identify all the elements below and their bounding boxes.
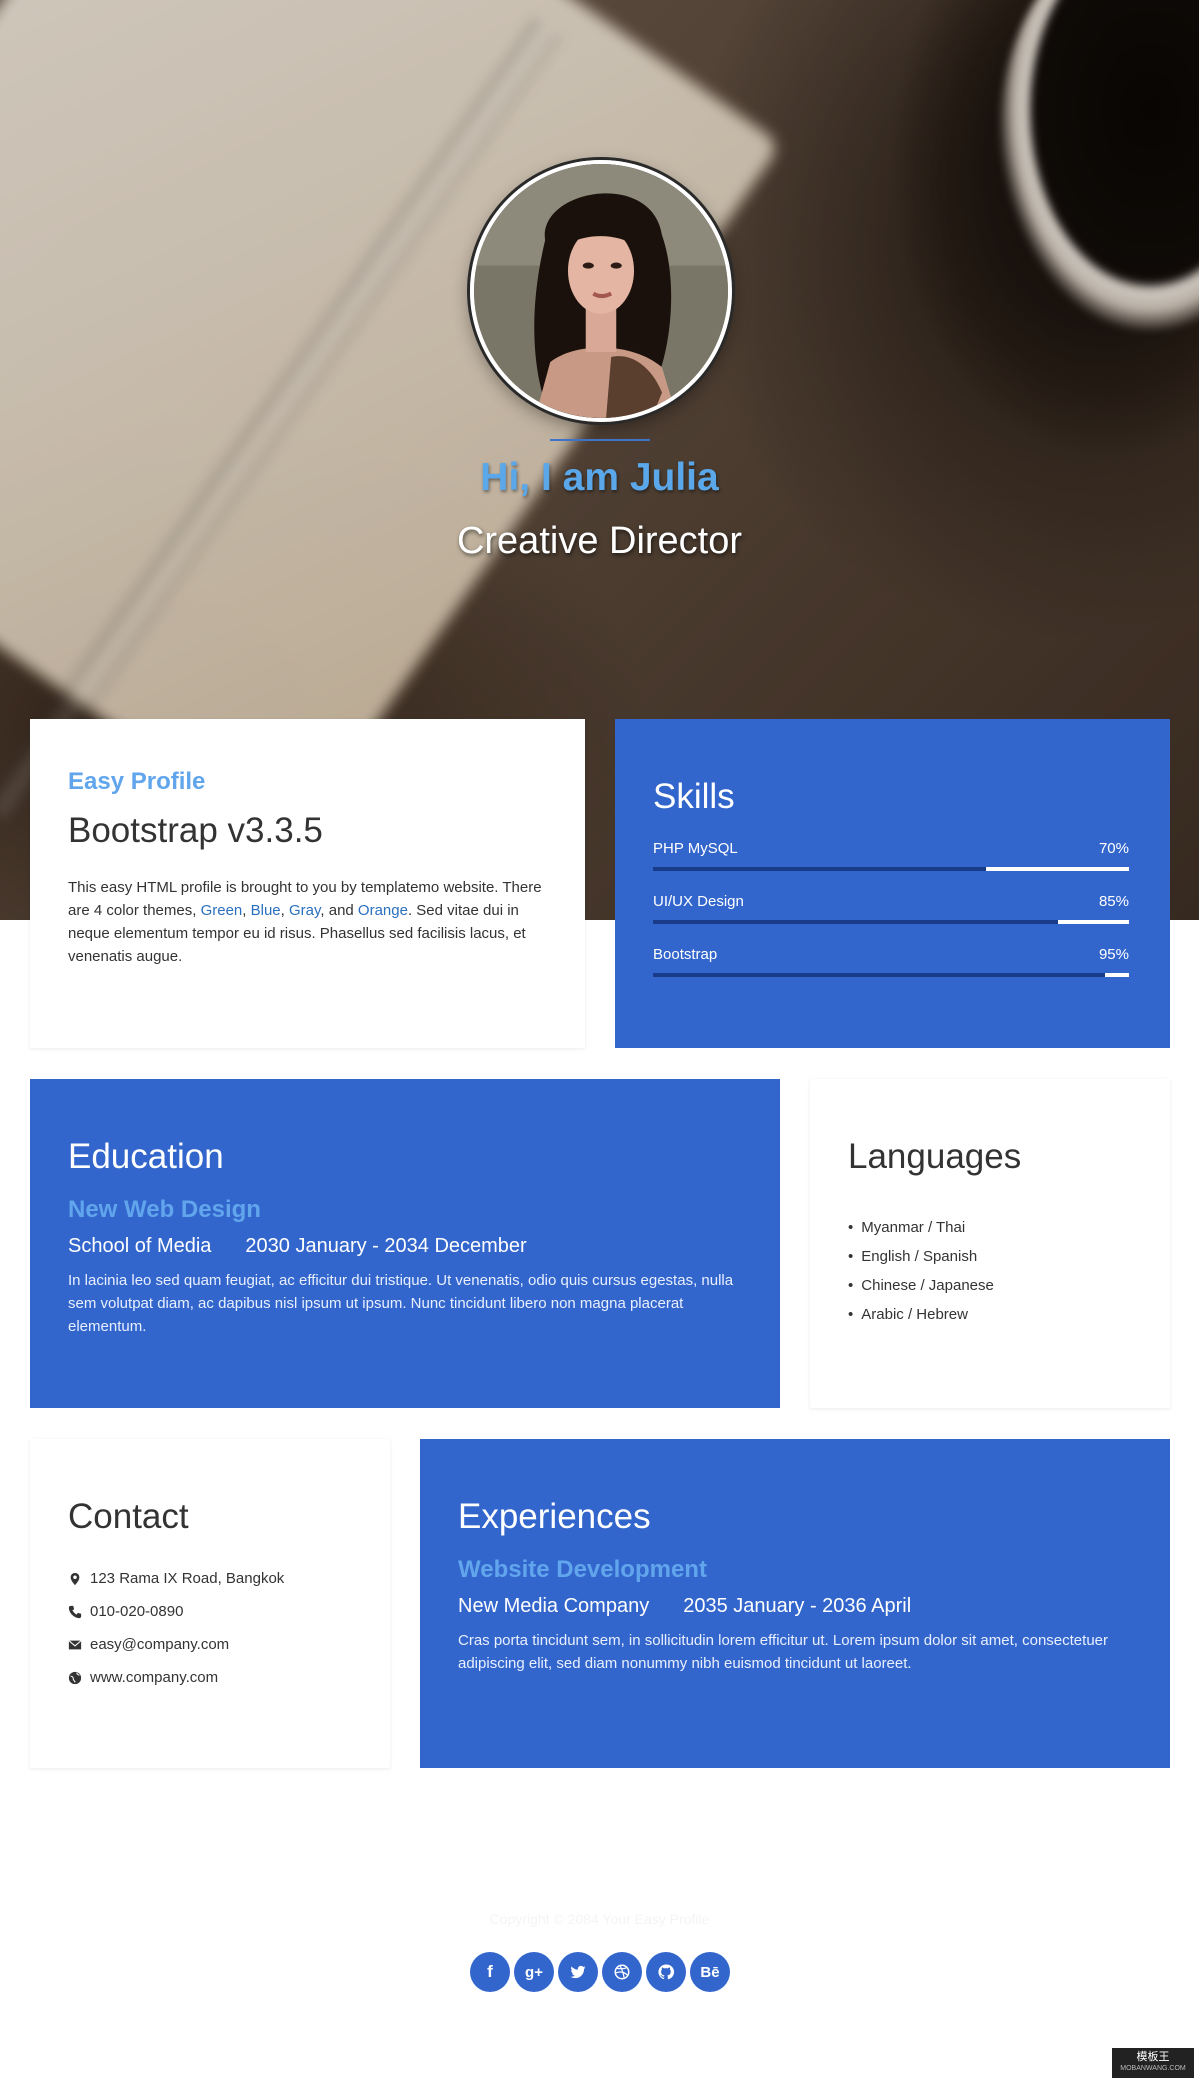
education-period: 2030 January - 2034 December (245, 1235, 527, 1257)
experience-description: Cras porta tincidunt sem, in sollicitudi… (458, 1632, 1108, 1672)
skill-name: Bootstrap (653, 946, 718, 963)
skill-item: Bootstrap 95% (653, 946, 1129, 977)
twitter-icon[interactable] (558, 1952, 598, 1992)
education-course: New Web Design (68, 1196, 261, 1223)
skill-progress-fill (1105, 973, 1129, 977)
site-watermark: 模板王 MOBANWANG.COM (1112, 2048, 1194, 2078)
skill-progress-fill (1057, 920, 1129, 924)
experience-company: New Media Company (458, 1595, 650, 1617)
contact-list: 123 Rama IX Road, Bangkok 010-020-0890 e… (68, 1562, 284, 1694)
list-item: Myanmar / Thai (848, 1213, 994, 1242)
education-card: Education New Web Design School of Media… (30, 1079, 780, 1408)
education-title: Education (68, 1137, 224, 1176)
hero-divider (550, 439, 650, 441)
dribbble-icon[interactable] (602, 1952, 642, 1992)
social-links: f g+ Bē (470, 1952, 730, 1992)
github-icon[interactable] (646, 1952, 686, 1992)
skill-name: PHP MySQL (653, 840, 738, 857)
contact-address: 123 Rama IX Road, Bangkok (68, 1562, 284, 1595)
contact-card: Contact 123 Rama IX Road, Bangkok 010-02… (30, 1439, 390, 1768)
contact-phone: 010-020-0890 (68, 1595, 284, 1628)
education-school: School of Media (68, 1235, 212, 1257)
profile-card: Easy Profile Bootstrap v3.3.5 This easy … (30, 719, 585, 1048)
experience-period: 2035 January - 2036 April (683, 1595, 912, 1617)
theme-link-orange[interactable]: Orange (358, 902, 408, 919)
map-marker-icon (68, 1572, 90, 1586)
theme-link-gray[interactable]: Gray (289, 902, 320, 919)
skills-title: Skills (653, 777, 735, 816)
hero-role: Creative Director (456, 520, 743, 562)
skill-percent: 70% (1098, 840, 1129, 857)
copyright-text: Copyright © 2084 Your Easy Profile (489, 1911, 710, 1927)
skill-progress-bar (653, 867, 1129, 871)
behance-icon[interactable]: Bē (690, 1952, 730, 1992)
skill-progress-bar (653, 920, 1129, 924)
contact-title: Contact (68, 1497, 189, 1536)
profile-description: This easy HTML profile is brought to you… (68, 879, 542, 965)
globe-icon (68, 1671, 90, 1685)
languages-card: Languages Myanmar / Thai English / Spani… (810, 1079, 1170, 1408)
list-item: Chinese / Japanese (848, 1271, 994, 1300)
languages-title: Languages (848, 1137, 1022, 1176)
hero-greeting: Hi, I am Julia (480, 456, 719, 499)
envelope-icon (68, 1638, 90, 1652)
skill-percent: 95% (1098, 946, 1129, 963)
languages-list: Myanmar / Thai English / Spanish Chinese… (848, 1213, 994, 1329)
list-item: Arabic / Hebrew (848, 1300, 994, 1329)
experiences-title: Experiences (458, 1497, 651, 1536)
skills-card: Skills PHP MySQL 70% UI/UX Design 85% Bo… (615, 719, 1170, 1048)
profile-heading: Easy Profile (68, 768, 206, 795)
experience-position: Website Development (458, 1556, 707, 1583)
theme-link-blue[interactable]: Blue (251, 902, 281, 919)
skill-progress-fill (986, 867, 1129, 871)
contact-email[interactable]: easy@company.com (68, 1628, 284, 1661)
skill-item: UI/UX Design 85% (653, 893, 1129, 924)
skill-item: PHP MySQL 70% (653, 840, 1129, 871)
contact-website[interactable]: www.company.com (68, 1661, 284, 1694)
experiences-card: Experiences Website Development New Medi… (420, 1439, 1170, 1768)
experience-meta: New Media Company 2035 January - 2036 Apr… (458, 1595, 911, 1618)
theme-link-green[interactable]: Green (201, 902, 243, 919)
phone-icon (68, 1605, 90, 1619)
skill-percent: 85% (1098, 893, 1129, 910)
education-meta: School of Media 2030 January - 2034 Decem… (68, 1235, 527, 1258)
skill-progress-bar (653, 973, 1129, 977)
education-description: In lacinia leo sed quam feugiat, ac effi… (68, 1272, 734, 1335)
skill-name: UI/UX Design (653, 893, 744, 910)
list-item: English / Spanish (848, 1242, 994, 1271)
profile-subheading: Bootstrap v3.3.5 (68, 811, 323, 850)
google-plus-icon[interactable]: g+ (514, 1952, 554, 1992)
facebook-icon[interactable]: f (470, 1952, 510, 1992)
profile-avatar (470, 160, 732, 422)
